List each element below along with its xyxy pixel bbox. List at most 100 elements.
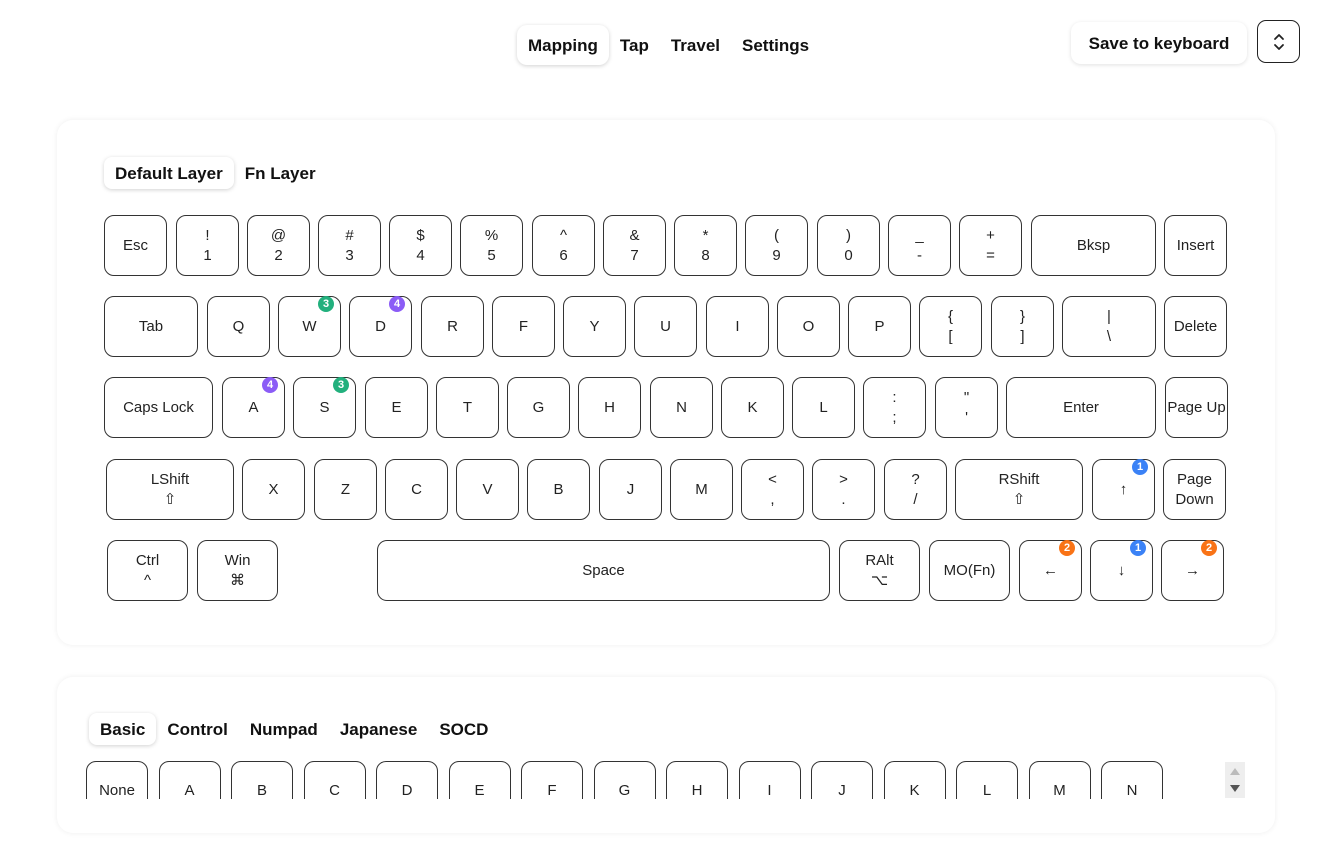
key-r3-11[interactable]: RShift ⇧ [955, 459, 1083, 520]
tab-basic[interactable]: Basic [89, 713, 157, 745]
keycode-scrollbar[interactable] [1225, 762, 1245, 798]
tab-tap[interactable]: Tap [609, 25, 660, 65]
key-r4-2[interactable]: Space [377, 540, 830, 601]
key-r0-5[interactable]: % 5 [460, 215, 523, 276]
key-r0-1[interactable]: ! 1 [176, 215, 239, 276]
tab-default-layer[interactable]: Default Layer [104, 157, 234, 189]
key-r0-0[interactable]: Esc [104, 215, 167, 276]
key-r0-2[interactable]: @2 [247, 215, 310, 276]
tab-socd[interactable]: SOCD [428, 713, 499, 745]
tab-travel[interactable]: Travel [660, 25, 731, 65]
keycode-j[interactable]: J [811, 761, 873, 799]
key-r2-8[interactable]: K [721, 377, 784, 438]
key-r4-5[interactable]: ← 2 [1019, 540, 1082, 601]
keycode-b[interactable]: B [231, 761, 293, 799]
key-r1-4[interactable]: R [421, 296, 484, 357]
keycode-i[interactable]: I [738, 761, 801, 799]
key-label: Delete [1173, 317, 1218, 335]
key-r3-3[interactable]: C [385, 459, 448, 520]
key-r0-7[interactable]: & 7 [603, 215, 666, 276]
key-r3-9[interactable]: >. [812, 459, 875, 520]
keycode-c[interactable]: C [303, 761, 366, 799]
key-r1-0[interactable]: Tab [104, 296, 198, 357]
key-r3-7[interactable]: M [670, 459, 733, 520]
keycode-n[interactable]: N [1101, 761, 1163, 799]
key-r1-2[interactable]: W3 [278, 296, 341, 357]
key-sub-label: ⌥ [870, 571, 889, 589]
key-r0-9[interactable]: (9 [745, 215, 808, 276]
keycode-m[interactable]: M [1028, 761, 1091, 799]
key-r0-14[interactable]: Insert [1164, 215, 1227, 276]
key-r2-13[interactable]: Page Up [1165, 377, 1228, 438]
keycode-k[interactable]: K [883, 761, 946, 799]
key-r2-6[interactable]: H [578, 377, 641, 438]
keycode-l[interactable]: L [956, 761, 1018, 799]
key-r1-10[interactable]: P [848, 296, 911, 357]
keycode-none[interactable]: None [86, 761, 148, 799]
key-r3-5[interactable]: B [527, 459, 590, 520]
key-r1-3[interactable]: D4 [349, 296, 412, 357]
key-r4-7[interactable]: → 2 [1161, 540, 1224, 601]
key-r2-12[interactable]: Enter [1006, 377, 1156, 438]
key-r1-5[interactable]: F [492, 296, 555, 357]
key-r0-4[interactable]: $4 [389, 215, 452, 276]
key-r4-6[interactable]: ↓ 1 [1090, 540, 1153, 601]
key-r2-1[interactable]: A4 [222, 377, 285, 438]
key-r1-12[interactable]: }] [991, 296, 1054, 357]
key-r1-9[interactable]: O [777, 296, 840, 357]
key-r3-1[interactable]: X [242, 459, 305, 520]
key-r1-7[interactable]: U [634, 296, 697, 357]
key-r1-1[interactable]: Q [207, 296, 270, 357]
key-r1-6[interactable]: Y [563, 296, 626, 357]
key-r2-0[interactable]: Caps Lock [104, 377, 213, 438]
tab-numpad[interactable]: Numpad [239, 713, 329, 745]
key-r2-11[interactable]: " ' [935, 377, 998, 438]
key-r3-12[interactable]: ↑ 1 [1092, 459, 1155, 520]
key-r2-2[interactable]: S3 [293, 377, 356, 438]
key-r0-8[interactable]: * 8 [674, 215, 737, 276]
key-r3-13[interactable]: Page Down [1163, 459, 1226, 520]
key-r2-5[interactable]: G [507, 377, 570, 438]
tab-mapping[interactable]: Mapping [517, 25, 609, 65]
device-select-button[interactable] [1257, 20, 1300, 63]
key-r4-0[interactable]: Ctrl ^ [107, 540, 188, 601]
key-r0-11[interactable]: _ - [888, 215, 951, 276]
key-r0-13[interactable]: Bksp [1031, 215, 1156, 276]
tab-japanese[interactable]: Japanese [329, 713, 429, 745]
key-r3-10[interactable]: ? / [884, 459, 947, 520]
keycode-h[interactable]: H [666, 761, 728, 799]
tab-fn-layer[interactable]: Fn Layer [234, 157, 327, 189]
key-r0-6[interactable]: ^ 6 [532, 215, 595, 276]
keycode-f[interactable]: F [521, 761, 583, 799]
tab-settings[interactable]: Settings [731, 25, 820, 65]
key-r0-12[interactable]: + = [959, 215, 1022, 276]
save-to-keyboard-button[interactable]: Save to keyboard [1071, 22, 1247, 64]
key-r1-8[interactable]: I [706, 296, 769, 357]
key-r3-6[interactable]: J [599, 459, 662, 520]
key-r2-10[interactable]: :; [863, 377, 926, 438]
key-r2-4[interactable]: T [436, 377, 499, 438]
key-r3-4[interactable]: V [456, 459, 519, 520]
key-r1-11[interactable]: {[ [919, 296, 982, 357]
key-r3-8[interactable]: <, [741, 459, 804, 520]
key-r3-0[interactable]: LShift ⇧ [106, 459, 234, 520]
key-r4-1[interactable]: Win ⌘ [197, 540, 278, 601]
key-r0-3[interactable]: #3 [318, 215, 381, 276]
key-r1-14[interactable]: Delete [1164, 296, 1227, 357]
scroll-down-icon[interactable] [1230, 785, 1240, 792]
scroll-up-icon[interactable] [1230, 768, 1240, 775]
keycode-e[interactable]: E [448, 761, 511, 799]
key-r2-9[interactable]: L [792, 377, 855, 438]
tab-control[interactable]: Control [156, 713, 238, 745]
key-r4-4[interactable]: MO(Fn) [929, 540, 1010, 601]
key-r4-3[interactable]: RAlt ⌥ [839, 540, 920, 601]
keycode-g[interactable]: G [593, 761, 656, 799]
key-r3-2[interactable]: Z [314, 459, 377, 520]
key-r2-7[interactable]: N [650, 377, 713, 438]
key-r1-13[interactable]: | \ [1062, 296, 1156, 357]
keycode-a[interactable]: A [158, 761, 221, 799]
key-r2-3[interactable]: E [365, 377, 428, 438]
keycode-d[interactable]: D [376, 761, 438, 799]
key-badge: 2 [1059, 540, 1075, 556]
key-r0-10[interactable]: ) 0 [817, 215, 880, 276]
